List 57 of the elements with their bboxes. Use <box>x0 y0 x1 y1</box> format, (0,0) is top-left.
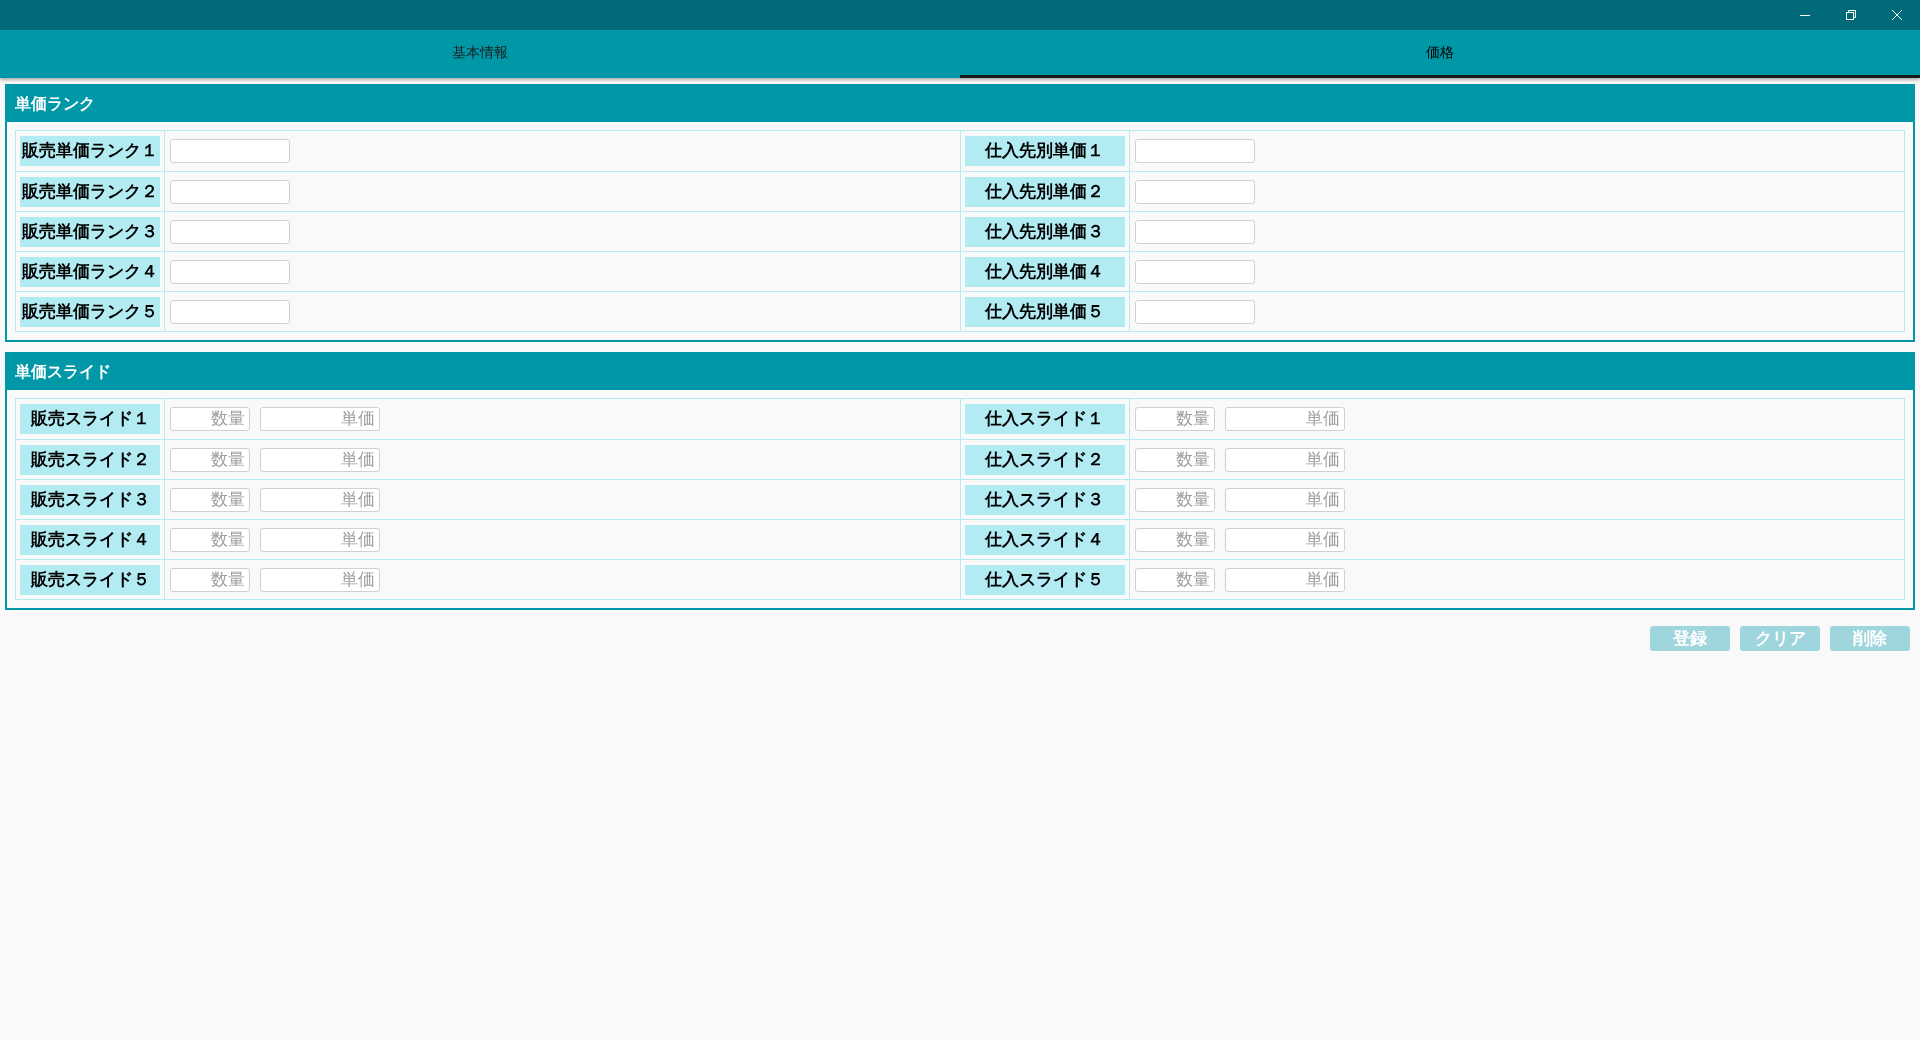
input-field[interactable]: 数量 <box>1134 407 1215 431</box>
input-field[interactable] <box>1134 219 1255 244</box>
input-field[interactable]: 単価 <box>260 567 380 592</box>
input-field[interactable]: 単価 <box>260 447 380 472</box>
field-label: 販売単価ランク１ <box>20 136 160 166</box>
input-field[interactable]: 数量 <box>170 567 250 592</box>
input-field[interactable]: 数量 <box>1134 567 1215 592</box>
field-label: 販売スライド２ <box>20 444 160 475</box>
field-label: 仕入先別単価１ <box>964 136 1125 166</box>
field-label: 仕入先別単価４ <box>964 256 1125 287</box>
field-label: 仕入スライド２ <box>964 444 1125 475</box>
input-field[interactable]: 単価 <box>260 487 380 512</box>
input-field[interactable] <box>170 299 290 324</box>
input-field[interactable]: 単価 <box>1224 487 1345 512</box>
input-field[interactable] <box>1134 139 1255 163</box>
field-label: 仕入スライド４ <box>964 524 1125 555</box>
input-field[interactable]: 単価 <box>1224 567 1345 592</box>
input-field[interactable]: 数量 <box>1134 447 1215 472</box>
input-field[interactable] <box>1134 259 1255 284</box>
tab[interactable]: 価格 <box>960 30 1920 78</box>
field-label: 販売スライド１ <box>20 404 160 434</box>
field-label: 販売スライド３ <box>20 484 160 515</box>
input-field[interactable]: 単価 <box>1224 527 1345 552</box>
restore-icon <box>1846 10 1856 20</box>
tab[interactable]: 基本情報 <box>0 30 960 78</box>
field-label: 仕入スライド３ <box>964 484 1125 515</box>
field-label: 仕入スライド５ <box>964 564 1125 595</box>
input-field[interactable] <box>170 139 290 163</box>
field-label: 仕入先別単価５ <box>964 296 1125 327</box>
field-label: 仕入先別単価３ <box>964 216 1125 247</box>
input-field[interactable]: 数量 <box>170 447 250 472</box>
input-field[interactable]: 数量 <box>1134 527 1215 552</box>
field-label: 販売単価ランク５ <box>20 296 160 327</box>
input-field[interactable] <box>170 259 290 284</box>
field-label: 仕入スライド１ <box>964 404 1125 434</box>
input-field[interactable] <box>1134 179 1255 204</box>
input-field[interactable]: 数量 <box>170 487 250 512</box>
field-label: 販売単価ランク３ <box>20 216 160 247</box>
section-title: 単価ランク <box>7 86 1913 122</box>
input-field[interactable]: 単価 <box>1224 407 1345 431</box>
field-label: 販売スライド５ <box>20 564 160 595</box>
input-field[interactable] <box>170 179 290 204</box>
input-field[interactable]: 数量 <box>1134 487 1215 512</box>
field-label: 販売スライド４ <box>20 524 160 555</box>
field-label: 販売単価ランク４ <box>20 256 160 287</box>
input-field[interactable]: 単価 <box>1224 447 1345 472</box>
field-label: 販売単価ランク２ <box>20 176 160 207</box>
input-field[interactable] <box>1134 299 1255 324</box>
input-field[interactable]: 数量 <box>170 407 250 431</box>
minimize-icon <box>1800 14 1810 16</box>
input-field[interactable]: 単価 <box>260 527 380 552</box>
input-field[interactable] <box>170 219 290 244</box>
close-icon <box>1892 10 1902 20</box>
section-title: 単価スライド <box>7 354 1913 390</box>
input-field[interactable]: 数量 <box>170 527 250 552</box>
field-label: 仕入先別単価２ <box>964 176 1125 207</box>
input-field[interactable]: 単価 <box>260 407 380 431</box>
